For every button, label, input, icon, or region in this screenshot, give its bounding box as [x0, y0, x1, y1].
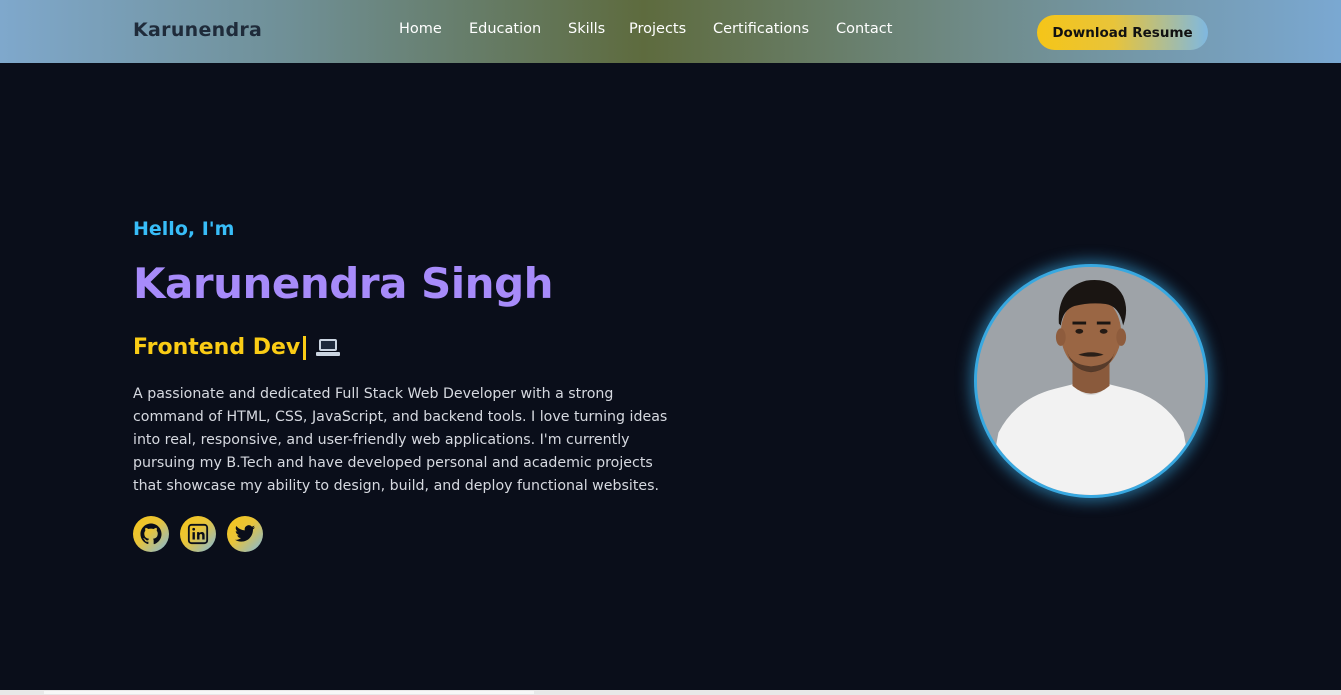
profile-avatar [974, 264, 1208, 498]
hero-role-text: Frontend Dev [133, 335, 301, 360]
horizontal-scrollbar[interactable] [0, 690, 1341, 695]
hero-bio: A passionate and dedicated Full Stack We… [133, 386, 668, 494]
portfolio-page: Karunendra Home Education Skills Project… [0, 0, 1341, 690]
scrollbar-thumb[interactable] [44, 691, 534, 694]
social-links [133, 516, 263, 552]
twitter-link[interactable] [227, 516, 263, 552]
nav-link-contact[interactable]: Contact [836, 21, 892, 37]
nav-link-projects[interactable]: Projects [629, 21, 686, 37]
brand-logo[interactable]: Karunendra [133, 19, 262, 41]
nav-link-home[interactable]: Home [399, 21, 442, 37]
twitter-icon [234, 525, 256, 542]
nav-link-skills[interactable]: Skills [568, 21, 605, 37]
nav-link-education[interactable]: Education [469, 21, 541, 37]
navbar: Karunendra Home Education Skills Project… [0, 0, 1341, 63]
linkedin-icon [187, 523, 209, 545]
download-resume-button[interactable]: Download Resume [1037, 15, 1208, 50]
linkedin-link[interactable] [180, 516, 216, 552]
github-icon [140, 523, 162, 545]
hero-role: Frontend Dev [133, 335, 341, 360]
nav-link-certifications[interactable]: Certifications [713, 21, 809, 37]
typing-cursor [303, 335, 307, 360]
laptop-icon [316, 338, 341, 357]
hero-name: Karunendra Singh [133, 259, 554, 308]
profile-photo [977, 267, 1205, 495]
github-link[interactable] [133, 516, 169, 552]
hero-greeting: Hello, I'm [133, 218, 235, 240]
